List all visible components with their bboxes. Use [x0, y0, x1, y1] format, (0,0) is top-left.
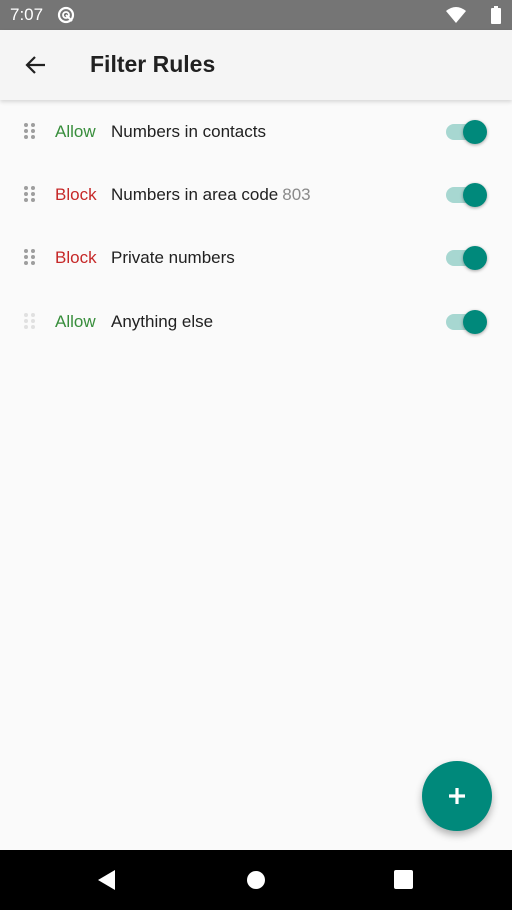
system-nav-bar [0, 850, 512, 910]
rule-toggle[interactable] [446, 245, 488, 271]
rule-row[interactable]: Block Private numbers [0, 227, 512, 290]
rule-toggle[interactable] [446, 309, 488, 335]
battery-icon [491, 6, 501, 24]
rule-description-text: Numbers in area code [111, 184, 279, 204]
app-notification-icon [57, 6, 75, 24]
drag-handle-icon[interactable] [24, 122, 38, 141]
drag-handle-icon [24, 312, 38, 331]
home-circle-icon[interactable] [246, 870, 266, 890]
rules-list: Allow Numbers in contacts Block Numbers … [0, 100, 512, 353]
rule-action: Allow [55, 121, 96, 141]
rule-toggle[interactable] [446, 119, 488, 145]
rule-action: Block [55, 248, 97, 268]
toggle-thumb [463, 246, 487, 271]
back-button[interactable] [14, 44, 56, 86]
status-bar: 7:07 [0, 0, 512, 30]
rule-description-text: Private numbers [111, 248, 235, 268]
rule-description: Anything else [111, 312, 217, 332]
drag-handle-icon[interactable] [24, 249, 38, 267]
rule-description: Numbers in area code 803 [111, 185, 311, 205]
rule-row[interactable]: Allow Numbers in contacts [0, 100, 512, 163]
toggle-thumb [463, 119, 487, 144]
arrow-back-icon [25, 56, 45, 74]
rule-description-text: Numbers in contacts [111, 121, 266, 141]
recents-square-icon[interactable] [394, 870, 413, 889]
wifi-icon [446, 7, 466, 23]
app-bar: Filter Rules [0, 30, 512, 100]
rule-action: Block [55, 184, 97, 204]
drag-handle-icon[interactable] [24, 185, 38, 204]
rule-description: Numbers in contacts [111, 122, 270, 142]
toggle-thumb [463, 182, 487, 207]
rule-extra: 803 [282, 184, 311, 204]
plus-icon [449, 788, 465, 804]
status-time: 7:07 [10, 5, 44, 24]
rule-toggle[interactable] [446, 182, 488, 208]
rule-action: Allow [55, 311, 96, 331]
back-triangle-icon[interactable] [97, 870, 117, 890]
rule-row[interactable]: Allow Anything else [0, 290, 512, 353]
rule-row[interactable]: Block Numbers in area code 803 [0, 163, 512, 226]
page-title: Filter Rules [90, 51, 216, 77]
rule-description-text: Anything else [111, 311, 214, 331]
rule-description: Private numbers [111, 248, 239, 268]
toggle-thumb [463, 309, 487, 334]
add-rule-button[interactable] [422, 761, 492, 831]
